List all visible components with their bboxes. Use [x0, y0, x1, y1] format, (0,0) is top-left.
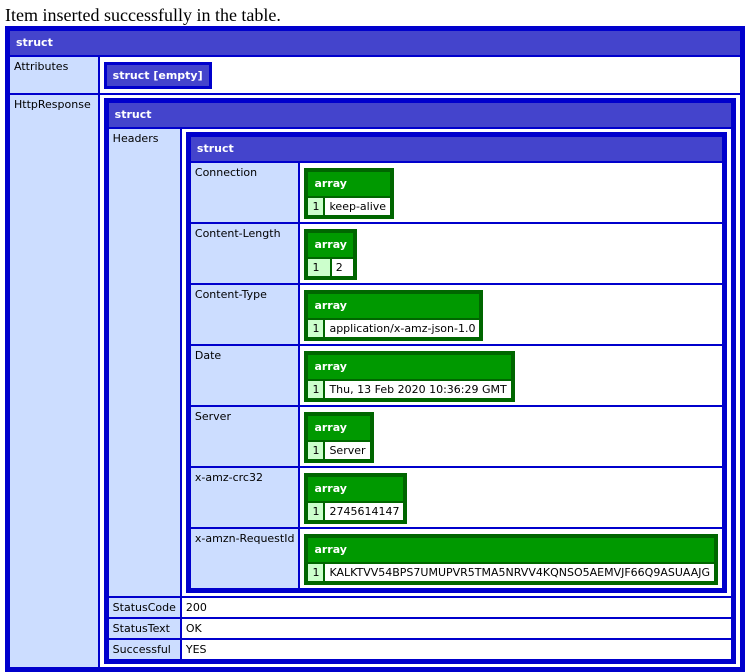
headers-value: struct Connection array 1 keep-alive Content…	[181, 129, 731, 596]
header-array: array 1 keep-alive	[304, 168, 395, 219]
status-message: Item inserted successfully in the table.	[5, 5, 281, 25]
array-header[interactable]: array	[308, 477, 404, 501]
array-value: application/x-amz-json-1.0	[325, 320, 480, 337]
header-value: array 1 keep-alive	[300, 163, 722, 222]
array-value: 2	[331, 259, 353, 276]
header-value: array 1 KALKTVV54BPS7UMUPVR5TMA5NRVV4KQNSO…	[300, 529, 722, 588]
header-array: array 1 2745614147	[304, 473, 408, 524]
header-row: Server array 1 Server	[190, 407, 722, 466]
header-array: array 1 Server	[304, 412, 374, 463]
header-key[interactable]: Date	[190, 346, 299, 405]
header-array: array 1 Thu, 13 Feb 2020 10:36:29 GMT	[304, 351, 515, 402]
successful-value: YES	[181, 640, 731, 659]
header-row: x-amz-crc32 array 1 2745614147	[190, 468, 722, 527]
status-text-key[interactable]: StatusText	[108, 619, 180, 638]
http-response-struct-header[interactable]: struct	[108, 103, 731, 127]
array-index[interactable]: 1	[308, 320, 324, 337]
header-array: array 1 2	[304, 229, 357, 280]
array-value: Server	[325, 442, 370, 459]
header-key[interactable]: Connection	[190, 163, 299, 222]
header-array: array 1 application/x-amz-json-1.0	[304, 290, 484, 341]
array-header[interactable]: array	[308, 416, 370, 440]
http-response-struct: struct Headers struct Connection array 1…	[103, 98, 736, 664]
http-response-key[interactable]: HttpResponse	[10, 95, 98, 667]
array-value: 2745614147	[325, 503, 404, 520]
header-key[interactable]: Content-Length	[190, 224, 299, 283]
array-value: keep-alive	[325, 198, 391, 215]
header-array: array 1 KALKTVV54BPS7UMUPVR5TMA5NRVV4KQNSO…	[304, 534, 718, 585]
header-row: Connection array 1 keep-alive	[190, 163, 722, 222]
array-header[interactable]: array	[308, 538, 714, 562]
array-value: Thu, 13 Feb 2020 10:36:29 GMT	[325, 381, 511, 398]
array-index[interactable]: 1	[308, 442, 324, 459]
header-value: array 1 2745614147	[300, 468, 722, 527]
root-struct-header[interactable]: struct	[10, 31, 740, 55]
array-header[interactable]: array	[308, 355, 511, 379]
attributes-value: struct [empty]	[99, 57, 740, 93]
array-header[interactable]: array	[308, 294, 480, 318]
header-value: array 1 2	[300, 224, 722, 283]
header-key[interactable]: Content-Type	[190, 285, 299, 344]
array-header[interactable]: array	[308, 233, 353, 257]
header-row: x-amzn-RequestId array 1 KALKTVV54BPS7UMUPV…	[190, 529, 722, 588]
array-index[interactable]: 1	[308, 564, 324, 581]
header-row: Content-Type array 1 application/x-amz-json…	[190, 285, 722, 344]
headers-struct-header[interactable]: struct	[190, 137, 722, 161]
header-row: Date array 1 Thu, 13 Feb 2020 10:36:29 GMT	[190, 346, 722, 405]
status-text-value: OK	[181, 619, 731, 638]
attributes-key[interactable]: Attributes	[10, 57, 98, 93]
header-key[interactable]: Server	[190, 407, 299, 466]
http-response-value: struct Headers struct Connection array 1…	[99, 95, 740, 667]
array-header[interactable]: array	[308, 172, 391, 196]
header-key[interactable]: x-amzn-RequestId	[190, 529, 299, 588]
header-value: array 1 application/x-amz-json-1.0	[300, 285, 722, 344]
successful-key[interactable]: Successful	[108, 640, 180, 659]
status-code-value: 200	[181, 598, 731, 617]
empty-struct-label: struct [empty]	[103, 62, 212, 89]
array-index[interactable]: 1	[308, 381, 324, 398]
headers-key[interactable]: Headers	[108, 129, 180, 596]
header-row: Content-Length array 1 2	[190, 224, 722, 283]
array-index[interactable]: 1	[308, 503, 324, 520]
header-value: array 1 Thu, 13 Feb 2020 10:36:29 GMT	[300, 346, 722, 405]
array-index[interactable]: 1	[308, 198, 324, 215]
headers-struct: struct Connection array 1 keep-alive Content…	[185, 132, 727, 593]
status-code-key[interactable]: StatusCode	[108, 598, 180, 617]
header-key[interactable]: x-amz-crc32	[190, 468, 299, 527]
array-value: KALKTVV54BPS7UMUPVR5TMA5NRVV4KQNSO5AEMVJ…	[325, 564, 714, 581]
header-value: array 1 Server	[300, 407, 722, 466]
root-struct-dump: struct Attributes struct [empty] HttpRes…	[5, 26, 745, 672]
array-index[interactable]: 1	[308, 259, 330, 276]
